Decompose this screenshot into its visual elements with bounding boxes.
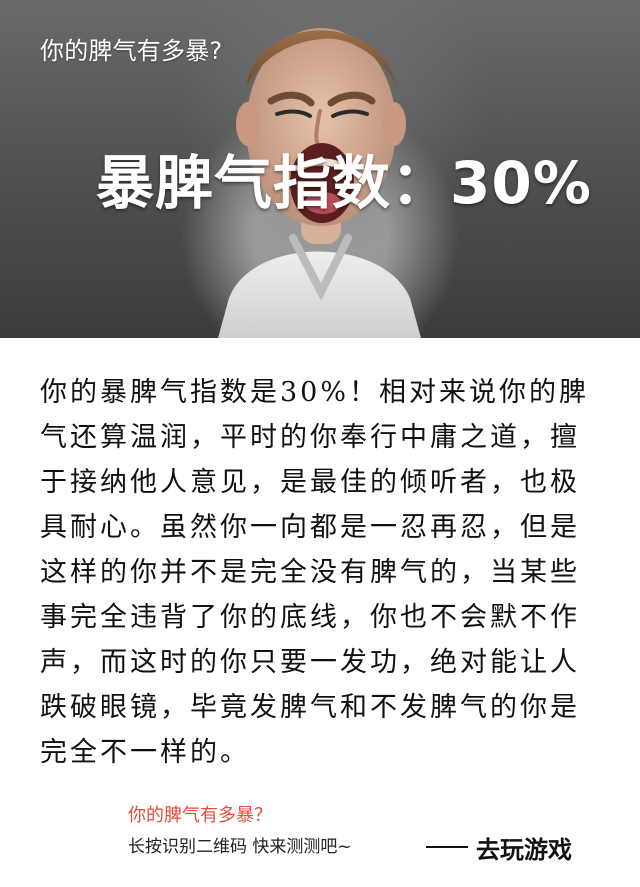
hero-score-title: 暴脾气指数：30% <box>96 149 592 217</box>
hero-question-title: 你的脾气有多暴? <box>40 37 223 65</box>
hero-banner: 你的脾气有多暴? 暴脾气指数：30% <box>0 0 640 338</box>
long-dash-icon <box>426 846 468 848</box>
result-description: 你的暴脾气指数是30%！相对来说你的脾气还算温润，平时的你奉行中庸之道，擅于接纳… <box>40 377 590 768</box>
footer-question: 你的脾气有多暴？ <box>128 805 272 826</box>
play-game-label: 去玩游戏 <box>476 835 572 864</box>
play-game-link[interactable]: 去玩游戏 <box>426 831 586 864</box>
footer-subtext: 长按识别二维码 快来测测吧~ <box>128 837 352 857</box>
